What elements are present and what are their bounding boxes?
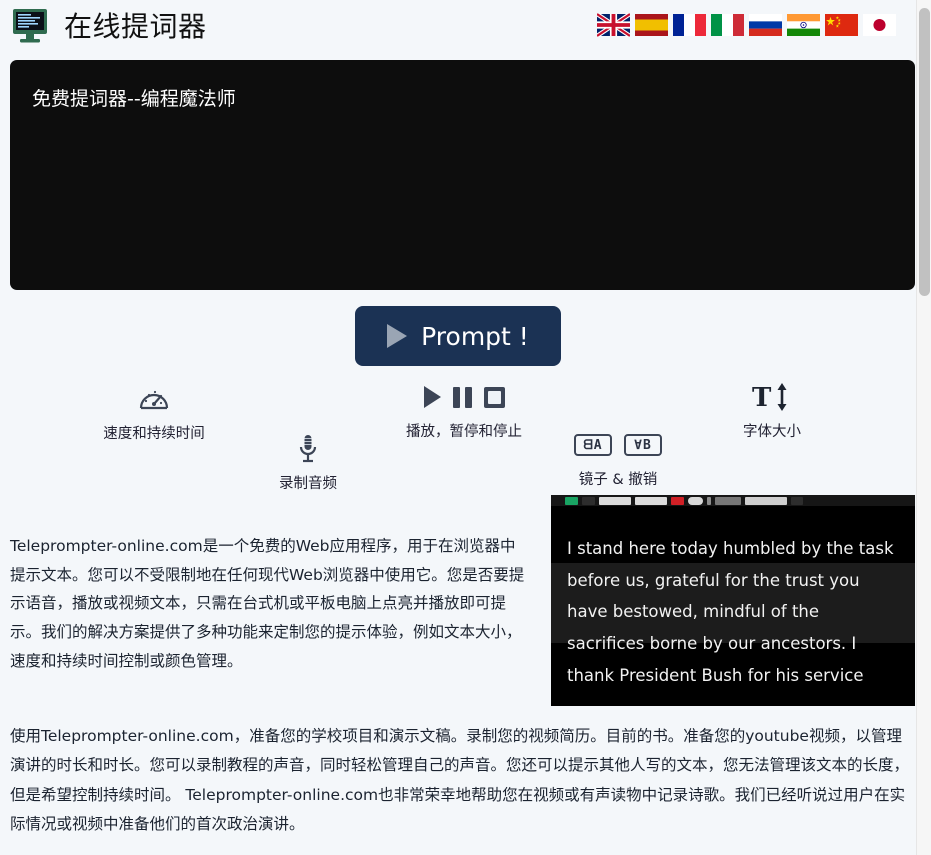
feature-record-audio-glyphs	[258, 432, 358, 466]
intro-paragraph: Teleprompter-online.com是一个免费的Web应用程序，用于在…	[10, 537, 525, 670]
stop-icon[interactable]	[483, 386, 505, 408]
play-icon	[387, 324, 408, 348]
flag-russia[interactable]	[749, 13, 782, 37]
feature-font-size-label: 字体大小	[743, 424, 801, 440]
video-play-icon[interactable]	[565, 496, 578, 505]
video-caption-text: I stand here today humbled by the task b…	[567, 539, 894, 685]
video-record-icon[interactable]	[671, 496, 684, 505]
feature-playback-controls[interactable]: 播放，暂停和停止	[394, 380, 534, 441]
feature-font-size[interactable]: T 字体大小	[712, 380, 832, 441]
mirror-horizontal-icon[interactable]: ᗺA	[574, 434, 612, 456]
prompt-button-label: Prompt !	[421, 321, 529, 351]
flag-spain[interactable]	[635, 13, 668, 37]
flag-united-kingdom[interactable]	[597, 13, 630, 37]
feature-playback-label: 播放，暂停和停止	[406, 424, 522, 440]
demo-video-thumbnail[interactable]: I stand here today humbled by the task b…	[551, 495, 915, 706]
usage-paragraph: 使用Teleprompter-online.com，准备您的学校项目和演示文稿。…	[10, 727, 910, 834]
pause-icon[interactable]	[452, 386, 472, 408]
video-record-audio-label	[715, 496, 741, 505]
page-title: 在线提词器	[64, 10, 207, 43]
video-control-bar[interactable]	[551, 495, 915, 506]
page-scrollbar[interactable]	[916, 0, 931, 855]
language-flag-list	[597, 13, 896, 37]
feature-speed-label: 速度和持续时间	[103, 426, 205, 442]
teleprompter-text: 免费提词器--编程魔法师	[32, 88, 236, 110]
feature-speed-duration[interactable]: 速度和持续时间	[88, 382, 220, 443]
flag-italy[interactable]	[711, 13, 744, 37]
feature-speed-glyphs	[88, 382, 220, 416]
page-root: 在线提词器 免费提词器--编程魔法师 Prompt ! 速度和持续时间 播放，暂…	[0, 0, 931, 855]
feature-icon-row: 速度和持续时间 播放，暂停和停止 T 字体大小 录制音频 ᗺA ∀B 镜子 & …	[0, 376, 916, 492]
flag-india[interactable]	[787, 13, 820, 37]
prompt-button-container: Prompt !	[0, 306, 916, 366]
video-camera-icon[interactable]	[688, 496, 703, 505]
microphone-icon	[299, 435, 317, 463]
video-speed-field[interactable]	[599, 496, 631, 505]
video-fontsize-field[interactable]	[635, 496, 667, 505]
flag-japan[interactable]	[863, 13, 896, 37]
speedometer-icon	[139, 390, 169, 410]
feature-record-audio-label: 录制音频	[279, 476, 337, 492]
video-timecode	[745, 496, 787, 505]
scrollbar-thumb[interactable]	[919, 8, 930, 296]
flag-france[interactable]	[673, 13, 706, 37]
prompt-button[interactable]: Prompt !	[355, 306, 561, 366]
mirror-vertical-icon[interactable]: ∀B	[624, 434, 662, 456]
crt-monitor-icon	[13, 9, 47, 43]
feature-mirror-glyphs: ᗺA ∀B	[560, 428, 676, 462]
feature-mirror-undo[interactable]: ᗺA ∀B 镜子 & 撤销	[560, 428, 676, 489]
flag-china[interactable]	[825, 13, 858, 37]
feature-record-audio[interactable]: 录制音频	[258, 432, 358, 493]
svg-text:T: T	[752, 383, 772, 413]
feature-playback-glyphs	[394, 380, 534, 414]
feature-font-size-glyphs: T	[712, 380, 832, 414]
video-settings-icon[interactable]	[582, 496, 595, 505]
page-header: 在线提词器	[0, 0, 916, 50]
font-size-icon: T	[752, 383, 787, 413]
play-icon[interactable]	[423, 386, 441, 408]
feature-mirror-label: 镜子 & 撤销	[578, 472, 658, 488]
video-close-icon[interactable]	[791, 496, 803, 505]
teleprompter-display[interactable]: 免费提词器--编程魔法师	[10, 60, 915, 290]
video-mic-icon[interactable]	[707, 496, 711, 505]
